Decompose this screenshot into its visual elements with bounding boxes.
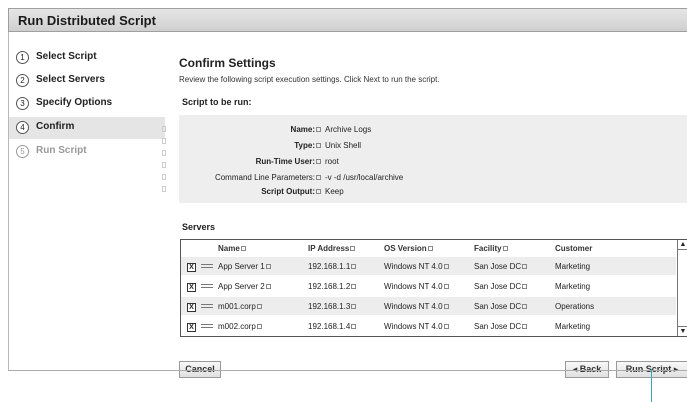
cell-ip: 192.168.1.1 <box>308 262 357 271</box>
scroll-down-icon[interactable]: ▼ <box>678 326 687 336</box>
step-label: Confirm <box>36 121 75 132</box>
cell-os: Windows NT 4.0 <box>384 262 449 271</box>
column-header-facility[interactable]: Facility <box>474 244 508 253</box>
page-title: Confirm Settings <box>179 56 276 70</box>
column-header-customer[interactable]: Customer <box>555 244 592 253</box>
step-label: Select Script <box>36 51 97 62</box>
cell-os: Windows NT 4.0 <box>384 302 449 311</box>
main-content: Confirm Settings Review the following sc… <box>164 32 687 378</box>
table-row[interactable]: X App Server 1 192.168.1.1 Windows NT 4.… <box>181 257 676 275</box>
step-label: Select Servers <box>36 74 105 85</box>
setting-value: Archive Logs <box>325 125 372 134</box>
setting-key: Command Line Parameters: <box>215 173 321 182</box>
setting-value: root <box>325 157 339 166</box>
section-heading-servers: Servers <box>182 222 216 232</box>
cell-name: m002.corp <box>218 322 262 331</box>
cell-facility: San Jose DC <box>474 282 528 291</box>
row-checkbox[interactable]: X <box>187 323 196 332</box>
setting-row-runtime-user: Run-Time User: root <box>179 157 687 169</box>
row-checkbox[interactable]: X <box>187 263 196 272</box>
cell-facility: San Jose DC <box>474 322 528 331</box>
cell-name: m001.corp <box>218 302 262 311</box>
step-run-script: 5 Run Script <box>9 141 165 163</box>
cell-os: Windows NT 4.0 <box>384 282 449 291</box>
setting-row-name: Name: Archive Logs <box>179 125 687 137</box>
step-number: 3 <box>16 97 29 110</box>
setting-value: Unix Shell <box>325 141 362 150</box>
step-number: 2 <box>16 74 29 87</box>
step-number: 4 <box>16 121 29 134</box>
cell-customer: Marketing <box>555 282 591 291</box>
step-number: 1 <box>16 51 29 64</box>
setting-row-type: Type: Unix Shell <box>179 141 687 153</box>
row-checkbox[interactable]: X <box>187 283 196 292</box>
step-label: Specify Options <box>36 97 113 108</box>
cell-facility: San Jose DC <box>474 302 528 311</box>
setting-value: Keep <box>325 187 344 196</box>
setting-value: -v -d /usr/local/archive <box>325 173 404 182</box>
wizard-steps-sidebar: 1 Select Script 2 Select Servers 3 Speci… <box>8 32 165 370</box>
cell-ip: 192.168.1.4 <box>308 322 357 331</box>
setting-row-parameters: Command Line Parameters: -v -d /usr/loca… <box>179 173 687 185</box>
dialog-bottom-border <box>8 370 687 377</box>
step-select-script[interactable]: 1 Select Script <box>9 47 165 69</box>
server-row-icon <box>201 264 213 271</box>
step-confirm[interactable]: 4 Confirm <box>9 117 165 139</box>
step-select-servers[interactable]: 2 Select Servers <box>9 70 165 92</box>
column-header-ip[interactable]: IP Address <box>308 244 356 253</box>
server-row-icon <box>201 284 213 291</box>
cell-customer: Marketing <box>555 322 591 331</box>
settings-summary: Name: Archive Logs Type: Unix Shell Run-… <box>179 115 687 203</box>
cell-ip: 192.168.1.2 <box>308 282 357 291</box>
scroll-up-icon[interactable]: ▲ <box>678 240 687 250</box>
table-row[interactable]: X m001.corp 192.168.1.3 Windows NT 4.0 S… <box>181 297 676 315</box>
setting-key: Run-Time User: <box>256 157 321 166</box>
server-row-icon <box>201 304 213 311</box>
server-row-icon <box>201 324 213 331</box>
step-specify-options[interactable]: 3 Specify Options <box>9 93 165 115</box>
cell-customer: Operations <box>555 302 595 311</box>
setting-key: Script Output: <box>261 187 321 196</box>
row-checkbox[interactable]: X <box>187 303 196 312</box>
table-row[interactable]: X App Server 2 192.168.1.2 Windows NT 4.… <box>181 277 676 295</box>
section-heading-script: Script to be run: <box>182 97 252 107</box>
column-header-name[interactable]: Name <box>218 244 246 253</box>
cell-customer: Marketing <box>555 262 591 271</box>
cell-ip: 192.168.1.3 <box>308 302 357 311</box>
dialog-titlebar: Run Distributed Script <box>8 8 687 32</box>
table-scrollbar[interactable]: ▲ ▼ <box>677 240 687 336</box>
servers-table: Name IP Address OS Version Facility Cust… <box>180 239 687 337</box>
setting-key: Type: <box>294 141 321 150</box>
step-label: Run Script <box>36 145 87 156</box>
cell-name: App Server 1 <box>218 262 271 271</box>
cell-name: App Server 2 <box>218 282 271 291</box>
page-intro: Review the following script execution se… <box>179 75 440 84</box>
dialog-title: Run Distributed Script <box>18 13 156 28</box>
callout-line <box>651 369 652 402</box>
cell-facility: San Jose DC <box>474 262 528 271</box>
table-row[interactable]: X m002.corp 192.168.1.4 Windows NT 4.0 S… <box>181 317 676 335</box>
setting-row-output: Script Output: Keep <box>179 187 687 199</box>
column-header-os[interactable]: OS Version <box>384 244 433 253</box>
table-header: Name IP Address OS Version Facility Cust… <box>181 240 676 257</box>
step-number: 5 <box>16 145 29 158</box>
setting-key: Name: <box>291 125 321 134</box>
cell-os: Windows NT 4.0 <box>384 322 449 331</box>
